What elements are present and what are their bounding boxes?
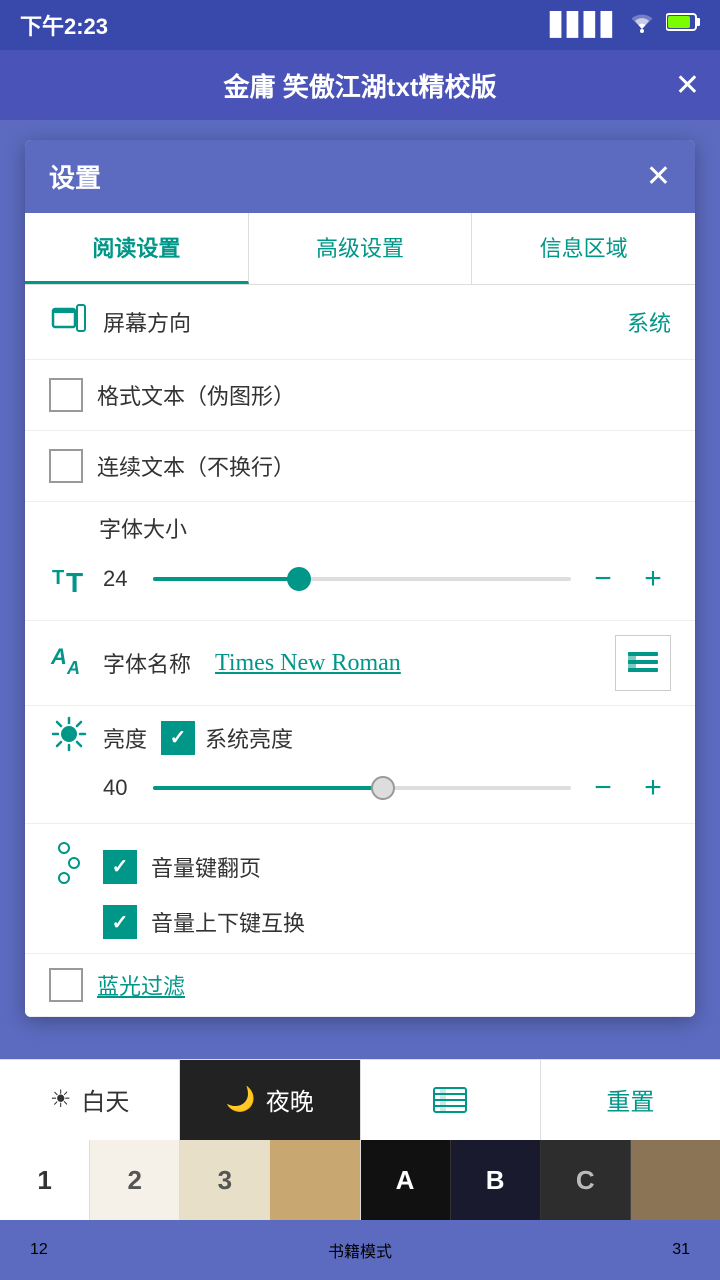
bluelight-label[interactable]: 蓝光过滤 <box>97 969 185 1001</box>
swatch-8[interactable] <box>631 1140 720 1220</box>
screen-orientation-value[interactable]: 系统 <box>627 306 671 338</box>
swatch-4[interactable] <box>270 1140 360 1220</box>
font-size-decrease-button[interactable]: − <box>585 562 621 596</box>
font-size-increase-button[interactable]: + <box>635 562 671 596</box>
settings-panel: 设置 ✕ 阅读设置 高级设置 信息区域 屏幕方向 系统 格式文本（伪图形） 连续… <box>25 140 695 1017</box>
bottom-nav-left: 12 <box>30 1241 48 1259</box>
day-label: 白天 <box>81 1082 129 1117</box>
font-size-slider[interactable] <box>153 577 571 581</box>
swatch-A[interactable]: A <box>361 1140 451 1220</box>
system-brightness-label: 系统亮度 <box>205 722 293 754</box>
screen-orientation-label: 屏幕方向 <box>103 306 613 338</box>
tab-read-settings[interactable]: 阅读设置 <box>25 213 249 284</box>
settings-close-button[interactable]: ✕ <box>646 159 671 194</box>
moon-icon: 🌙 <box>226 1085 256 1114</box>
night-label: 夜晚 <box>266 1082 314 1117</box>
screen-orientation-icon <box>49 303 89 341</box>
volume-swap-label: 音量上下键互换 <box>151 906 671 938</box>
volume-flip-label: 音量键翻页 <box>151 851 671 883</box>
brightness-value: 40 <box>103 775 139 801</box>
reset-label: 重置 <box>606 1082 654 1117</box>
font-size-value: 24 <box>103 566 139 592</box>
swatch-1[interactable]: 1 <box>0 1140 90 1220</box>
settings-tabs: 阅读设置 高级设置 信息区域 <box>25 213 695 285</box>
volume-swap-checkbox[interactable] <box>103 905 137 939</box>
font-size-section: 字体大小 T T 24 − + <box>25 502 695 621</box>
continuous-text-checkbox[interactable] <box>49 449 83 483</box>
signal-icon: ▋▋▋▋ <box>550 12 618 38</box>
brightness-decrease-button[interactable]: − <box>585 771 621 805</box>
continuous-text-label: 连续文本（不换行） <box>97 450 671 482</box>
volume-section: 音量键翻页 音量上下键互换 <box>25 824 695 954</box>
app-title: 金庸 笑傲江湖txt精校版 <box>223 67 496 104</box>
status-bar: 下午2:23 ▋▋▋▋ <box>0 0 720 50</box>
night-theme-button[interactable]: 🌙 夜晚 <box>180 1060 360 1140</box>
format-text-row: 格式文本（伪图形） <box>25 360 695 431</box>
font-size-row: T T 24 − + <box>49 556 671 602</box>
svg-text:T: T <box>66 567 83 594</box>
day-theme-button[interactable]: ☀ 白天 <box>0 1060 180 1140</box>
settings-header: 设置 ✕ <box>25 140 695 213</box>
reset-button[interactable]: 重置 <box>541 1060 720 1140</box>
book-theme-button[interactable] <box>361 1060 541 1140</box>
volume-swap-row: 音量上下键互换 <box>49 905 671 939</box>
volume-flip-row: 音量键翻页 <box>49 838 671 895</box>
wifi-icon <box>628 11 656 39</box>
bluelight-checkbox[interactable] <box>49 968 83 1002</box>
brightness-sys-row: 系统亮度 <box>161 721 293 755</box>
swatch-B[interactable]: B <box>451 1140 541 1220</box>
tab-info-area[interactable]: 信息区域 <box>472 213 695 284</box>
font-name-row: A A 字体名称 Times New Roman <box>25 621 695 706</box>
font-name-value[interactable]: Times New Roman <box>215 650 601 677</box>
font-name-label: 字体名称 <box>103 647 191 679</box>
font-name-icon: A A <box>49 640 89 686</box>
settings-title: 设置 <box>49 158 101 195</box>
brightness-top-row: 亮度 系统亮度 <box>49 716 671 759</box>
brightness-slider[interactable] <box>153 786 571 790</box>
swatch-3[interactable]: 3 <box>180 1140 270 1220</box>
bottom-nav-right: 31 <box>672 1241 690 1259</box>
font-size-icon: T T <box>49 556 89 602</box>
swatch-C[interactable]: C <box>541 1140 631 1220</box>
swatch-2[interactable]: 2 <box>90 1140 180 1220</box>
svg-text:A: A <box>50 644 67 669</box>
continuous-text-row: 连续文本（不换行） <box>25 431 695 502</box>
bluelight-filter-row: 蓝光过滤 <box>25 954 695 1017</box>
brightness-section: 亮度 系统亮度 40 − + <box>25 706 695 824</box>
app-close-button[interactable]: ✕ <box>675 68 700 103</box>
theme-row: ☀ 白天 🌙 夜晚 重置 <box>0 1060 720 1140</box>
swatches-row: 1 2 3 A B C <box>0 1140 720 1220</box>
battery-icon <box>666 12 700 38</box>
font-list-button[interactable] <box>615 635 671 691</box>
status-icons: ▋▋▋▋ <box>550 11 700 39</box>
svg-text:A: A <box>66 658 80 678</box>
brightness-icon <box>49 716 89 759</box>
bottom-navigation: 12 书籍模式 31 <box>0 1220 720 1280</box>
brightness-slider-row: 40 − + <box>49 771 671 805</box>
settings-body: 屏幕方向 系统 格式文本（伪图形） 连续文本（不换行） 字体大小 T T <box>25 285 695 1017</box>
bottom-bar: ☀ 白天 🌙 夜晚 重置 1 2 3 <box>0 1059 720 1280</box>
volume-flip-checkbox[interactable] <box>103 850 137 884</box>
font-size-section-label: 字体大小 <box>99 512 671 544</box>
system-brightness-checkbox[interactable] <box>161 721 195 755</box>
sun-icon: ☀ <box>50 1085 72 1114</box>
tab-advanced-settings[interactable]: 高级设置 <box>249 213 473 284</box>
format-text-checkbox[interactable] <box>49 378 83 412</box>
format-text-label: 格式文本（伪图形） <box>97 379 671 411</box>
volume-icon <box>49 838 89 895</box>
screen-orientation-row: 屏幕方向 系统 <box>25 285 695 360</box>
svg-text:T: T <box>52 567 64 589</box>
brightness-increase-button[interactable]: + <box>635 771 671 805</box>
brightness-label: 亮度 <box>103 722 147 754</box>
bottom-nav-center: 书籍模式 <box>328 1238 392 1262</box>
app-title-bar: 金庸 笑傲江湖txt精校版 ✕ <box>0 50 720 120</box>
status-time: 下午2:23 <box>20 9 108 41</box>
